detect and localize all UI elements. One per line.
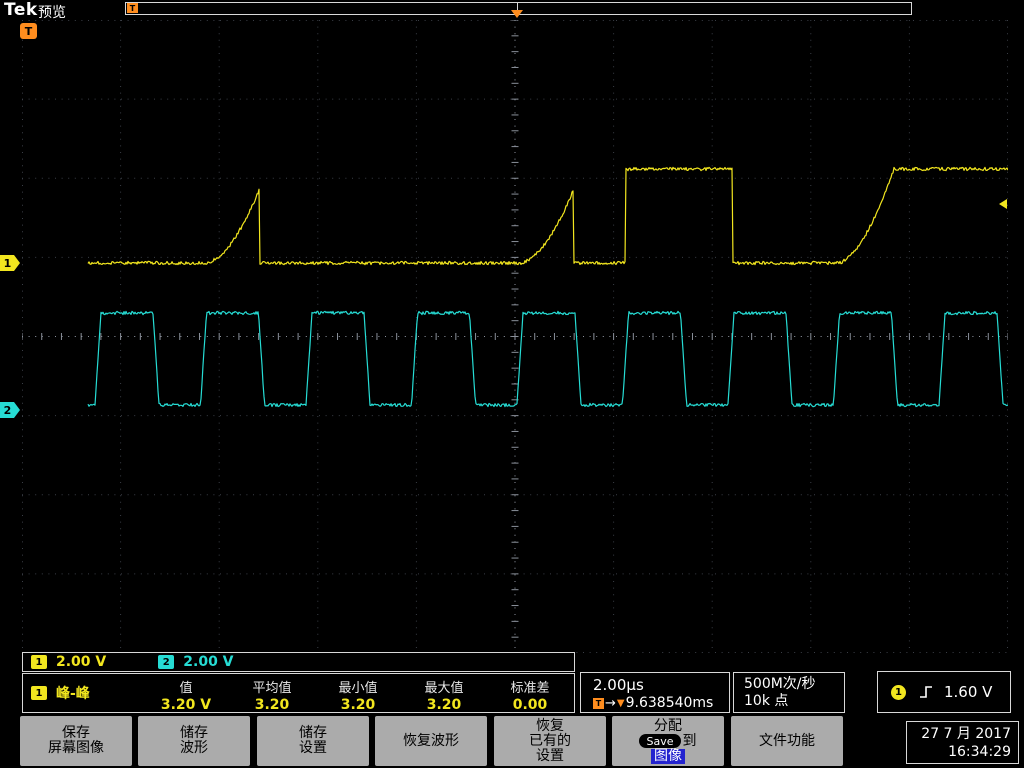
measurement-source: 1 峰-峰 [23, 674, 143, 712]
channel2-scale: 2.00 V [183, 654, 234, 670]
trigger-source-badge: 1 [891, 684, 906, 700]
trigger-offscreen-marker: T [20, 23, 37, 39]
record-length: 10k 点 [744, 693, 789, 709]
arrow-icon: → [605, 695, 616, 711]
trigger-position-icon [511, 10, 523, 18]
measurement-channel-badge: 1 [31, 686, 47, 700]
acquisition-status: 预览 [38, 5, 66, 21]
record-trigger-marker: T [127, 3, 138, 13]
assign-target-selected: 图像 [651, 748, 685, 764]
channel1-badge: 1 [31, 655, 47, 669]
measurement-col-stddev: 标准差 0.00 [510, 681, 550, 713]
measurement-col-mean: 平均值 3.20 [252, 681, 292, 713]
menu-save-setup-button[interactable]: 储存 设置 [257, 716, 369, 766]
sample-rate: 500M次/秒 [744, 676, 816, 692]
oscilloscope-screen: Tek 预览 T T 1 2 1 2.00 V 2 2.00 V 1 峰-峰 值… [0, 0, 1024, 768]
menu-save-waveform-button[interactable]: 储存 波形 [138, 716, 250, 766]
measurement-type: 峰-峰 [56, 686, 90, 702]
measurement-readout: 1 峰-峰 值 3.20 V 平均值 3.20 最小值 3.20 最大值 3.2… [22, 673, 575, 713]
menu-recall-waveform-button[interactable]: 恢复波形 [375, 716, 487, 766]
time-value: 16:34:29 [948, 743, 1011, 760]
timebase-scale: 2.00µs [593, 676, 644, 694]
trigger-level-value: 1.60 V [944, 683, 993, 701]
trigger-delay-value: 9.638540ms [625, 695, 714, 711]
menu-file-utilities-button[interactable]: 文件功能 [731, 716, 843, 766]
channel1-ground-marker: 1 [0, 255, 20, 271]
channel2-ground-marker: 2 [0, 402, 20, 418]
measurement-col-max: 最大值 3.20 [424, 681, 464, 713]
waveform-traces [87, 166, 1008, 408]
datetime-readout: 27 7 月 2017 16:34:29 [906, 721, 1019, 764]
menu-assign-save-button[interactable]: 分配 Save 到 图像 [612, 716, 724, 766]
trigger-readout: 1 1.60 V [877, 671, 1011, 713]
channel-scale-readout: 1 2.00 V 2 2.00 V [22, 652, 575, 672]
channel2-badge: 2 [158, 655, 175, 669]
menu-save-screen-image-button[interactable]: 保存 屏幕图像 [20, 716, 132, 766]
menu-recall-setup-button[interactable]: 恢复 已有的 设置 [494, 716, 606, 766]
trigger-badge: T [593, 697, 604, 709]
brand-logo: Tek [4, 0, 38, 20]
channel1-scale: 2.00 V [56, 654, 107, 670]
waveform-display [22, 20, 1008, 653]
trigger-level-icon [999, 199, 1007, 209]
trigger-delay-readout: T → ▼ 9.638540ms [593, 695, 729, 711]
measurement-col-value: 值 3.20 V [160, 681, 212, 713]
date-value: 27 7 月 2017 [921, 725, 1011, 742]
save-key-badge: Save [639, 734, 681, 748]
measurement-col-min: 最小值 3.20 [338, 681, 378, 713]
timebase-readout: 2.00µs T → ▼ 9.638540ms [580, 672, 730, 713]
edge-slope-icon [918, 684, 934, 700]
acquisition-readout: 500M次/秒 10k 点 [733, 672, 845, 713]
position-triangle-icon: ▼ [616, 697, 625, 709]
